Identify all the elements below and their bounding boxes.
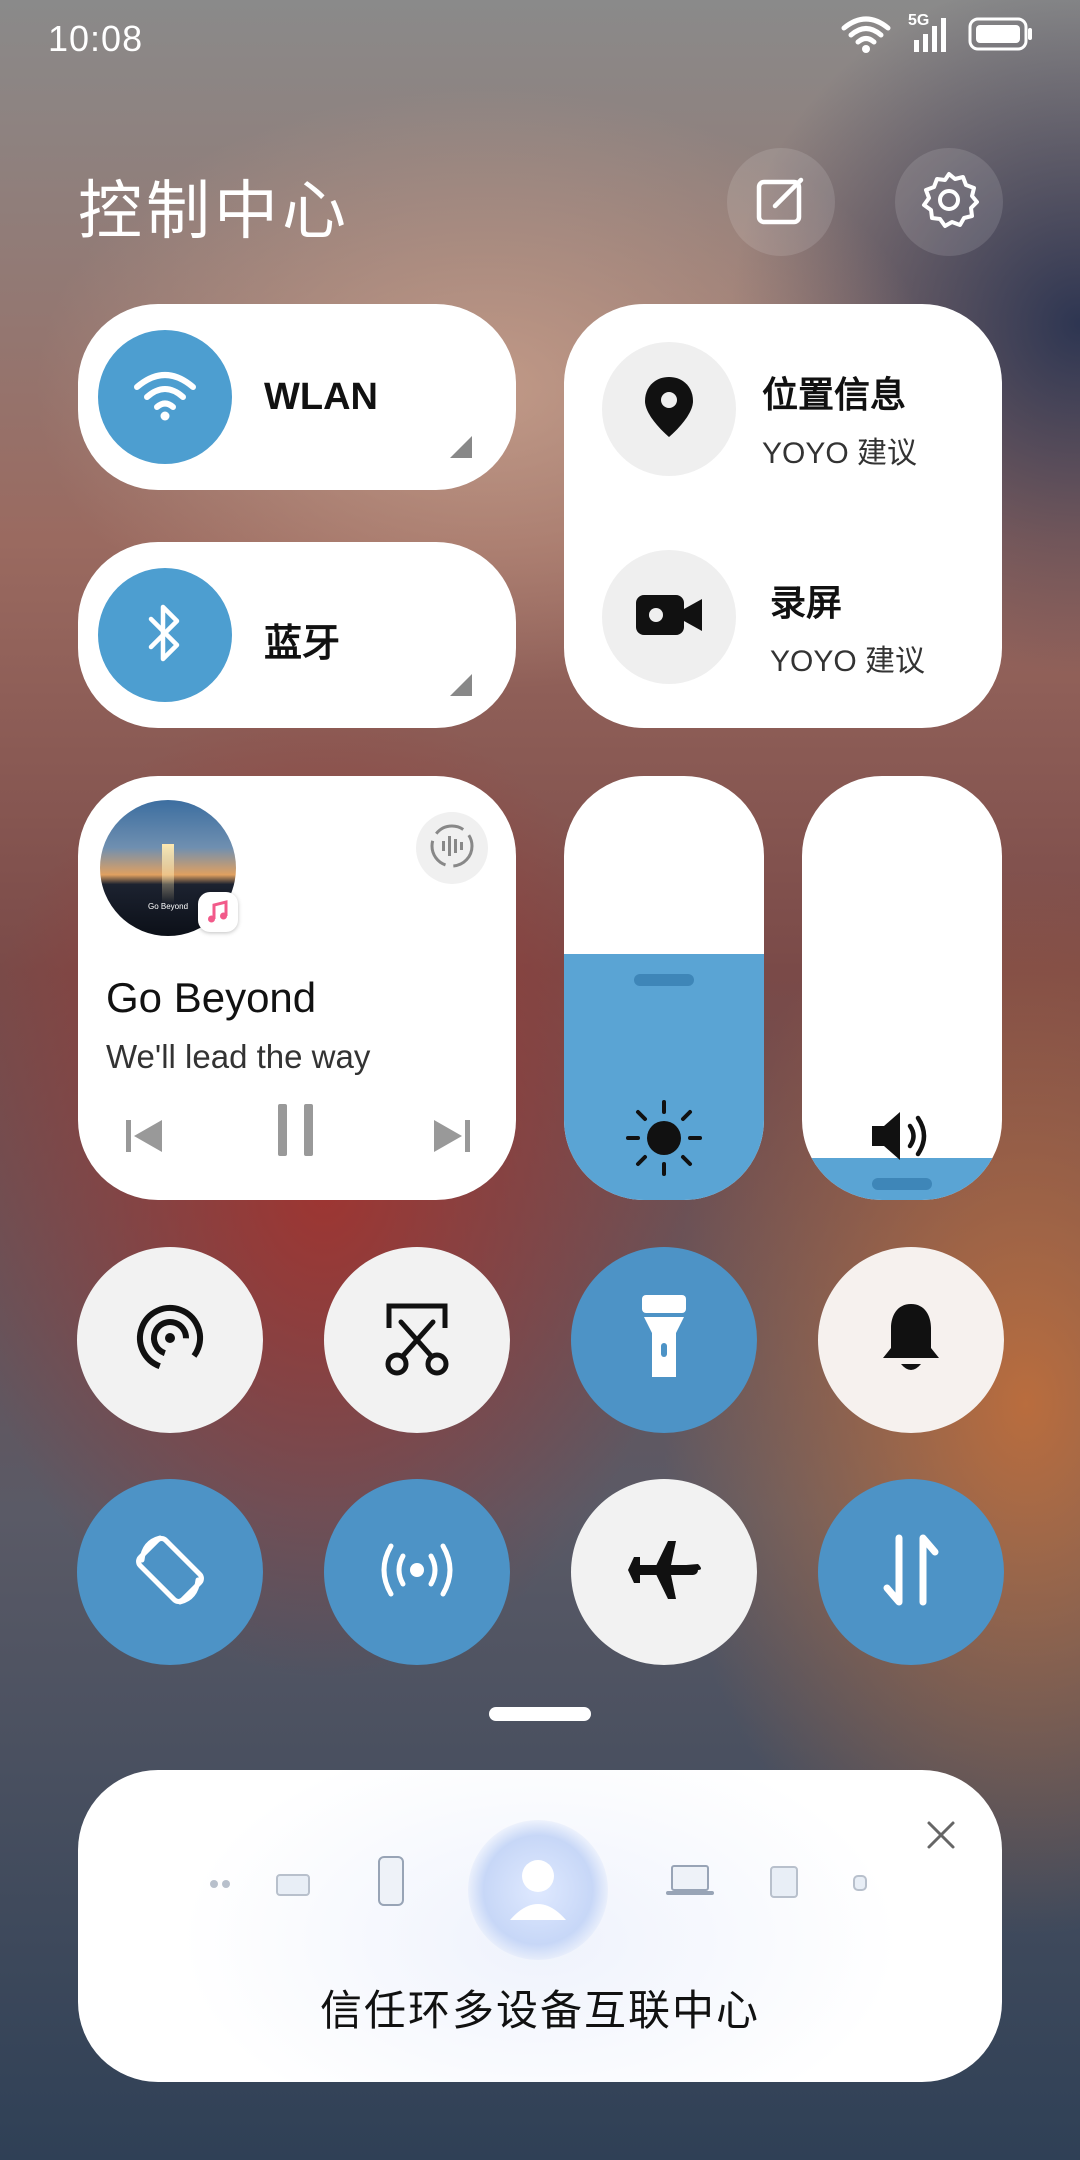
- flashlight-icon: [634, 1293, 694, 1388]
- flashlight-toggle[interactable]: [571, 1247, 757, 1433]
- screenshot-toggle[interactable]: [324, 1247, 510, 1433]
- ebook-icon[interactable]: [770, 1866, 798, 1903]
- status-icons: 5G: [840, 12, 1034, 59]
- ring-mode-toggle[interactable]: [818, 1247, 1004, 1433]
- screen-record-title: 录屏: [770, 582, 843, 623]
- drag-handle[interactable]: [489, 1707, 591, 1721]
- user-avatar[interactable]: [468, 1820, 608, 1960]
- media-card[interactable]: Go Beyond Go Beyond We'll lead the way: [78, 776, 516, 1200]
- gear-icon: [919, 170, 979, 235]
- close-button[interactable]: [926, 1820, 956, 1855]
- screen-record-subtitle: YOYO 建议: [770, 645, 926, 678]
- bluetooth-toggle[interactable]: [98, 568, 232, 702]
- screen-record-tile[interactable]: 录屏 YOYO 建议: [602, 550, 1002, 690]
- wlan-tile[interactable]: WLAN: [78, 304, 516, 490]
- user-icon: [498, 1848, 578, 1933]
- audio-output-button[interactable]: [416, 812, 488, 884]
- volume-slider[interactable]: [802, 776, 1002, 1200]
- auto-rotate-toggle[interactable]: [77, 1479, 263, 1665]
- pause-icon: [274, 1104, 318, 1162]
- earbuds-icon[interactable]: [208, 1876, 232, 1901]
- data-arrows-icon: [881, 1534, 941, 1611]
- airplane-icon: [624, 1535, 704, 1610]
- bell-icon: [879, 1300, 943, 1381]
- broadcast-icon: [130, 1298, 210, 1383]
- network-type: 5G: [908, 12, 930, 29]
- media-subtitle: We'll lead the way: [106, 1038, 371, 1075]
- mobile-data-toggle[interactable]: [818, 1479, 1004, 1665]
- airplane-mode-toggle[interactable]: [571, 1479, 757, 1665]
- location-subtitle: YOYO 建议: [762, 437, 918, 470]
- wlan-label: WLAN: [264, 376, 378, 418]
- speaker-icon: [868, 1106, 938, 1171]
- previous-button[interactable]: [124, 1116, 164, 1161]
- battery-icon: [968, 17, 1034, 56]
- edit-button[interactable]: [727, 148, 835, 256]
- screen-record-toggle[interactable]: [602, 550, 736, 684]
- edit-icon: [753, 172, 809, 233]
- status-time: 10:08: [48, 18, 144, 59]
- wlan-toggle[interactable]: [98, 330, 232, 464]
- scissors-screenshot-icon: [377, 1298, 457, 1383]
- laptop-icon[interactable]: [666, 1864, 714, 1903]
- location-pin-icon: [642, 375, 696, 444]
- media-title: Go Beyond: [106, 974, 317, 1021]
- expand-corner-icon[interactable]: [450, 436, 472, 458]
- expand-corner-icon[interactable]: [450, 674, 472, 696]
- trust-center-card[interactable]: 信任环多设备互联中心: [78, 1770, 1002, 2082]
- volume-handle[interactable]: [872, 1178, 932, 1190]
- bluetooth-label: 蓝牙: [264, 623, 341, 665]
- next-button[interactable]: [432, 1116, 472, 1161]
- location-tile[interactable]: 位置信息 YOYO 建议: [602, 342, 1002, 482]
- phone-icon[interactable]: [378, 1856, 404, 1911]
- signal-icon: 5G: [908, 12, 952, 59]
- video-camera-icon: [634, 591, 704, 644]
- page-title: 控制中心: [78, 175, 350, 247]
- hotspot-share-toggle[interactable]: [77, 1247, 263, 1433]
- location-title: 位置信息: [762, 374, 907, 415]
- wifi-icon: [133, 369, 197, 426]
- wifi-icon: [840, 14, 892, 59]
- bluetooth-tile[interactable]: 蓝牙: [78, 542, 516, 728]
- music-icon: [198, 892, 238, 932]
- watch-icon[interactable]: [852, 1872, 868, 1899]
- trust-center-title: 信任环多设备互联中心: [319, 1987, 760, 2034]
- nfc-toggle[interactable]: [324, 1479, 510, 1665]
- skip-previous-icon: [124, 1120, 164, 1160]
- rotate-icon: [130, 1530, 210, 1615]
- brightness-slider[interactable]: [564, 776, 764, 1200]
- brightness-handle[interactable]: [634, 974, 694, 986]
- settings-button[interactable]: [895, 148, 1003, 256]
- sun-icon: [624, 1098, 704, 1183]
- wireless-signal-icon: [375, 1540, 459, 1605]
- pause-button[interactable]: [274, 1102, 318, 1163]
- suggestion-card: 位置信息 YOYO 建议 录屏 YOYO 建议: [564, 304, 1002, 728]
- bluetooth-icon: [141, 601, 189, 670]
- skip-next-icon: [432, 1120, 472, 1160]
- tablet-icon[interactable]: [276, 1874, 310, 1901]
- sound-wave-icon: [428, 822, 476, 875]
- close-icon: [926, 1821, 956, 1854]
- location-toggle[interactable]: [602, 342, 736, 476]
